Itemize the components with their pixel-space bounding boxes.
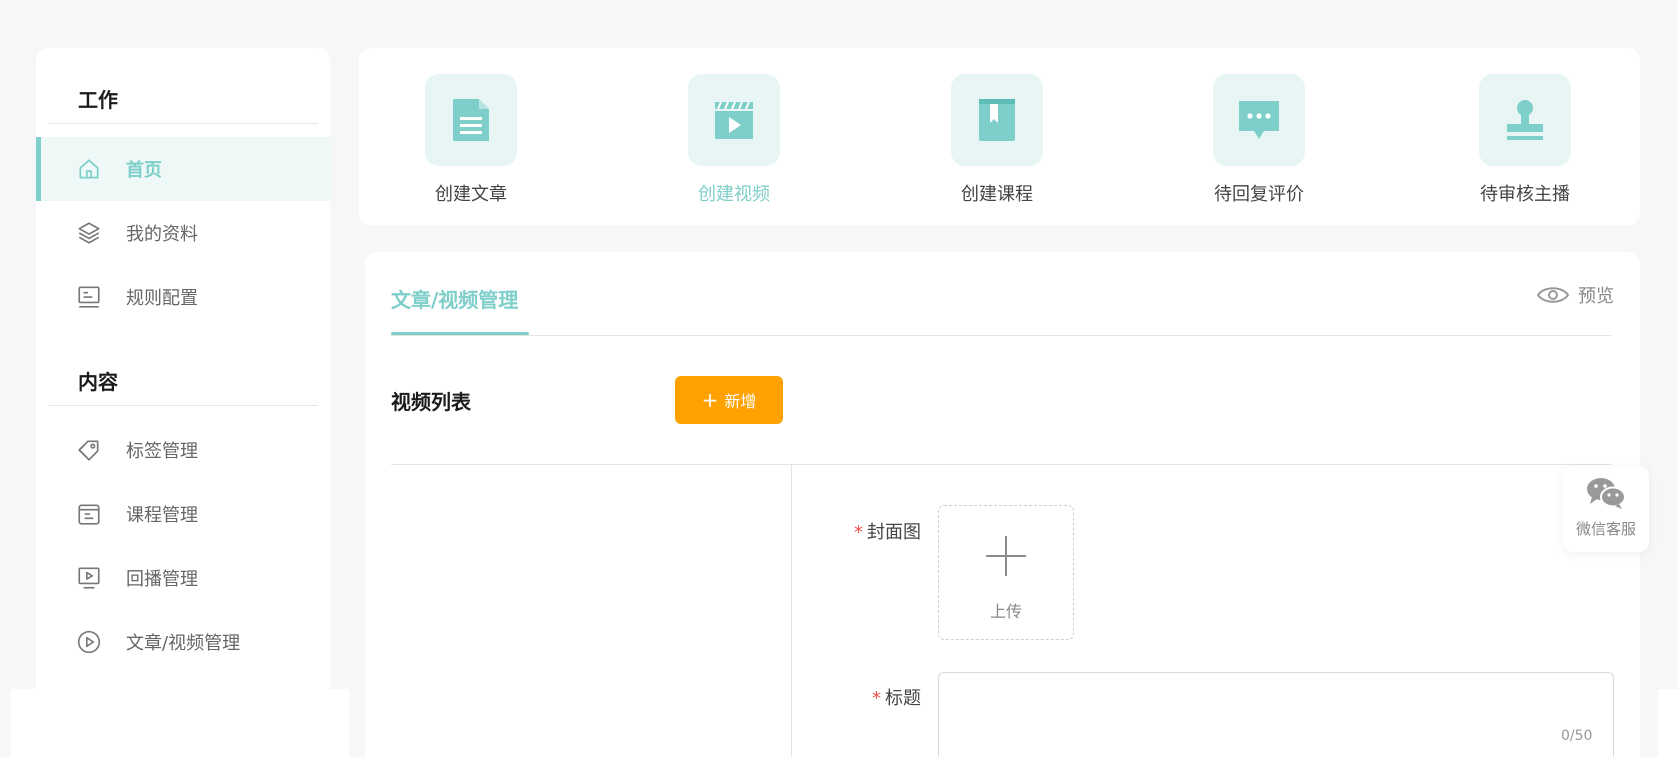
layers-icon: [78, 222, 100, 244]
bottom-overlay: [11, 689, 349, 757]
title-label: * 标题: [872, 688, 921, 709]
quick-action-tile: [951, 74, 1043, 166]
preview-button[interactable]: 预览: [1536, 282, 1614, 308]
sidebar-item-label: 课程管理: [126, 505, 198, 526]
sidebar-item-label: 首页: [126, 160, 162, 181]
tab-article-video-management[interactable]: 文章/视频管理: [391, 284, 518, 313]
settings-panel-icon: [78, 286, 100, 308]
sidebar-item-label: 我的资料: [126, 224, 198, 245]
required-mark: *: [872, 688, 881, 709]
quick-action-tile: [425, 74, 517, 166]
cover-image-label: * 封面图: [854, 522, 921, 543]
quick-action-pending-reviews[interactable]: 待回复评价: [1199, 74, 1319, 206]
quick-action-create-article[interactable]: 创建文章: [411, 74, 531, 206]
sidebar-section-work: 工作: [78, 88, 118, 112]
quick-action-label: 创建文章: [435, 184, 507, 205]
sidebar-item-label: 文章/视频管理: [126, 633, 241, 654]
title-input[interactable]: [938, 672, 1614, 757]
quick-actions-card: 创建文章 创建视频 创建课程 待回复评价 待审核主播: [359, 48, 1640, 225]
required-mark: *: [854, 522, 863, 543]
quick-action-tile: [1479, 74, 1571, 166]
stamp-icon: [1507, 100, 1543, 140]
video-icon: [715, 101, 753, 139]
replay-icon: [78, 567, 100, 589]
bottom-overlay: [1658, 689, 1678, 757]
section-divider: [391, 464, 1611, 465]
sidebar-item-tags[interactable]: 标签管理: [36, 418, 330, 482]
sidebar-item-rules[interactable]: 规则配置: [36, 265, 330, 329]
sidebar-divider: [48, 123, 318, 124]
book-icon: [979, 99, 1015, 141]
upload-label: 上传: [989, 602, 1022, 621]
sidebar-divider: [48, 405, 318, 406]
cover-image-uploader[interactable]: 上传: [938, 505, 1074, 640]
wechat-service-label: 微信客服: [1575, 520, 1636, 538]
quick-action-label: 待审核主播: [1480, 184, 1570, 205]
wechat-service-button[interactable]: 微信客服: [1563, 466, 1649, 552]
add-button-label: 新增: [724, 392, 757, 411]
tab-divider: [391, 335, 1611, 336]
wechat-icon: [1587, 478, 1626, 509]
course-icon: [78, 504, 100, 525]
document-icon: [453, 99, 489, 141]
plus-icon: +: [701, 388, 719, 412]
comment-icon: [1239, 101, 1279, 139]
sidebar-item-my-profile[interactable]: 我的资料: [36, 201, 330, 265]
tag-icon: [78, 440, 99, 461]
sidebar-item-label: 回播管理: [126, 569, 198, 590]
quick-action-label: 创建课程: [961, 184, 1033, 205]
vertical-divider: [791, 465, 792, 757]
sidebar-section-content: 内容: [78, 370, 118, 394]
plus-icon: [986, 536, 1026, 576]
quick-action-pending-hosts[interactable]: 待审核主播: [1465, 74, 1585, 206]
quick-action-create-video[interactable]: 创建视频: [674, 74, 794, 206]
title-char-counter: 0/50: [1561, 728, 1593, 744]
quick-action-tile: [688, 74, 780, 166]
quick-action-tile: [1213, 74, 1305, 166]
quick-action-label: 创建视频: [698, 184, 770, 205]
eye-icon: [1536, 287, 1570, 303]
play-circle-icon: [77, 630, 101, 654]
quick-action-create-course[interactable]: 创建课程: [937, 74, 1057, 206]
sidebar-item-label: 规则配置: [126, 288, 198, 309]
quick-action-label: 待回复评价: [1214, 184, 1304, 205]
sidebar-item-replay[interactable]: 回播管理: [36, 546, 330, 610]
add-button[interactable]: + 新增: [675, 376, 783, 424]
sidebar: 工作 首页 我的资料 规则配置 内容 标签管理 课程管理 回播管理 文章/视频管…: [36, 48, 330, 757]
home-icon: [79, 159, 99, 179]
preview-label: 预览: [1578, 286, 1614, 307]
sidebar-item-label: 标签管理: [126, 441, 198, 462]
main-content-card: 文章/视频管理 预览 视频列表 + 新增 * 封面图 上传 * 标题 0/50: [365, 252, 1640, 757]
sidebar-item-article-video[interactable]: 文章/视频管理: [36, 610, 330, 674]
sidebar-item-home[interactable]: 首页: [36, 137, 330, 201]
sidebar-item-courses[interactable]: 课程管理: [36, 482, 330, 546]
video-list-title: 视频列表: [391, 390, 471, 414]
